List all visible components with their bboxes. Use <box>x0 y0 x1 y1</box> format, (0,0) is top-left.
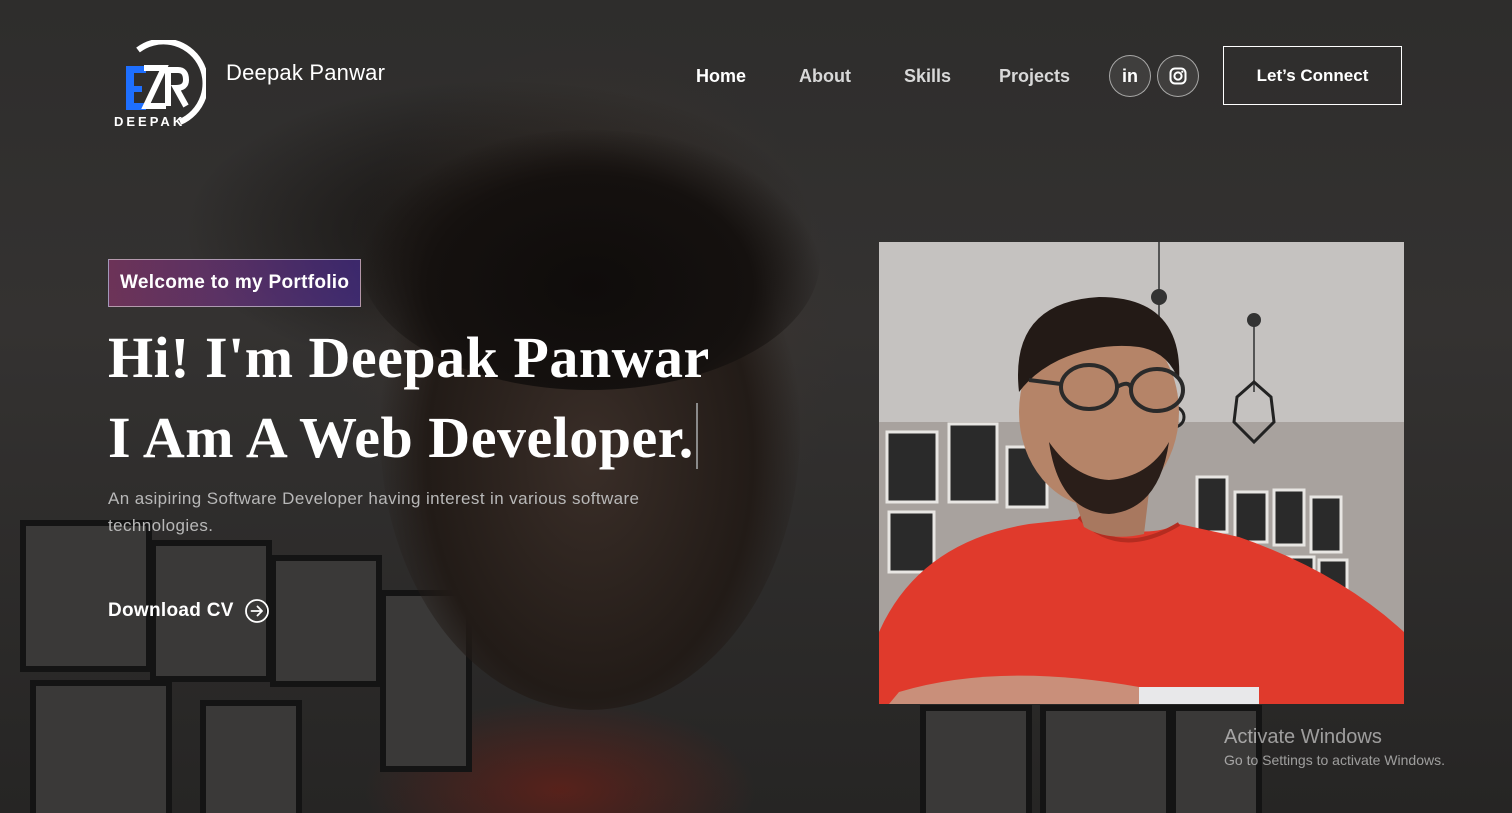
lets-connect-button[interactable]: Let’s Connect <box>1223 46 1402 105</box>
nav-about[interactable]: About <box>799 66 851 87</box>
typed-role-text: I Am A Web Developer. <box>108 405 694 470</box>
activate-windows-subtitle: Go to Settings to activate Windows. <box>1224 752 1445 768</box>
brand-name: Deepak Panwar <box>226 60 386 85</box>
profile-photo <box>879 242 1404 704</box>
brand-logo[interactable]: DEEPAK <box>108 38 209 130</box>
nav-projects[interactable]: Projects <box>999 66 1070 87</box>
profile-photo-illustration <box>879 242 1404 704</box>
linkedin-icon: in <box>1122 65 1138 86</box>
nav-skills[interactable]: Skills <box>904 66 951 87</box>
hero-title: Hi! I'm Deepak Panwar I Am A Web Develop… <box>108 318 710 478</box>
hero-title-line-2: I Am A Web Developer. <box>108 398 710 478</box>
instagram-button[interactable] <box>1157 55 1199 97</box>
linkedin-button[interactable]: in <box>1109 55 1151 97</box>
arrow-right-circle-icon <box>244 599 269 623</box>
typing-cursor <box>695 403 698 469</box>
download-cv-label: Download CV <box>108 600 234 621</box>
nav-home[interactable]: Home <box>696 66 746 87</box>
welcome-tagline: Welcome to my Portfolio <box>108 259 362 307</box>
hero-title-line-1: Hi! I'm Deepak Panwar <box>108 325 710 390</box>
activate-windows-title: Activate Windows <box>1224 726 1382 748</box>
hero-description: An asipiring Software Developer having i… <box>108 489 640 535</box>
logo-text: DEEPAK <box>114 114 186 129</box>
instagram-icon <box>1169 67 1187 85</box>
download-cv-button[interactable]: Download CV <box>108 598 270 624</box>
